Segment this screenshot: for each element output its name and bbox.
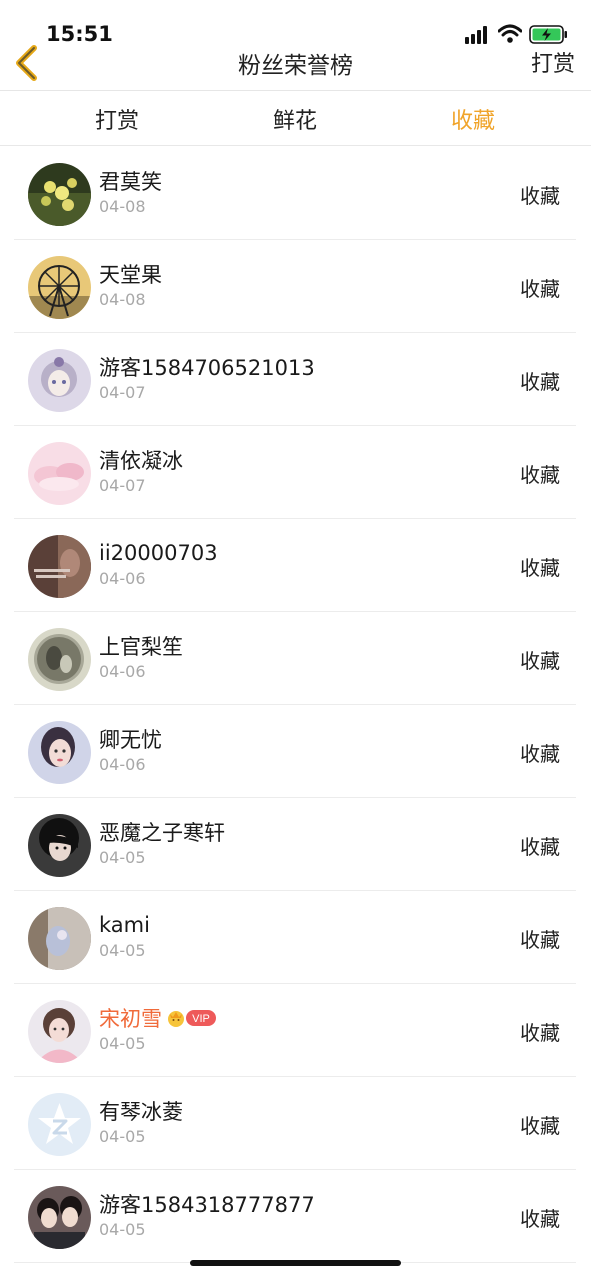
battery-charging-icon [529, 25, 567, 44]
user-name: 卿无忧 [99, 728, 162, 752]
dark-hair-avatar-icon [28, 814, 91, 877]
date: 04-06 [99, 662, 146, 681]
list-item[interactable]: ii20000703 04-06 收藏 [14, 519, 576, 612]
date: 04-06 [99, 569, 146, 588]
list-item[interactable]: 有琴冰菱 04-05 收藏 [14, 1077, 576, 1170]
user-name: kami [99, 913, 150, 937]
hand-avatar-icon [28, 907, 91, 970]
list-item[interactable]: 天堂果 04-08 收藏 [14, 240, 576, 333]
wifi-icon [498, 24, 522, 43]
avatar [28, 1093, 91, 1156]
favorite-label: 收藏 [520, 463, 560, 487]
list-item[interactable]: 卿无忧 04-06 收藏 [14, 705, 576, 798]
pink-clouds-avatar-icon [28, 442, 91, 505]
user-name: 有琴冰菱 [99, 1100, 183, 1124]
user-name: 游客1584318777877 [99, 1193, 315, 1217]
reward-button[interactable]: 打赏 [531, 46, 575, 78]
favorite-label: 收藏 [520, 1114, 560, 1138]
avatar [28, 1000, 91, 1063]
date: 04-05 [99, 1034, 146, 1053]
avatar [28, 721, 91, 784]
user-name: 宋初雪 [99, 1007, 162, 1031]
painting-avatar-icon [28, 628, 91, 691]
user-name: 君莫笑 [99, 170, 162, 194]
list-item[interactable]: 清依凝冰 04-07 收藏 [14, 426, 576, 519]
favorite-label: 收藏 [520, 277, 560, 301]
avatar [28, 256, 91, 319]
avatar [28, 628, 91, 691]
user-name: ii20000703 [99, 541, 218, 565]
date: 04-05 [99, 941, 146, 960]
status-bar: 15:51 [0, 0, 591, 46]
list-item[interactable]: 游客1584318777877 04-05 收藏 [14, 1170, 576, 1263]
default-star-avatar-icon [28, 1093, 91, 1156]
home-indicator [190, 1260, 401, 1266]
page-title: 粉丝荣誉榜 [238, 53, 353, 79]
avatar [28, 814, 91, 877]
date: 04-05 [99, 848, 146, 867]
ferris-wheel-avatar-icon [28, 256, 91, 319]
list-item[interactable]: kami 04-05 收藏 [14, 891, 576, 984]
avatar [28, 535, 91, 598]
date: 04-08 [99, 197, 146, 216]
woman-portrait-avatar-icon [28, 721, 91, 784]
favorite-label: 收藏 [520, 742, 560, 766]
dark-photo-avatar-icon [28, 535, 91, 598]
tab-reward[interactable]: 打赏 [57, 103, 177, 135]
fan-list: 君莫笑 04-08 收藏 天堂果 04-08 收藏 游客158470652101… [14, 147, 576, 1263]
pink-girl-avatar-icon [28, 1000, 91, 1063]
favorite-label: 收藏 [520, 370, 560, 394]
favorite-label: 收藏 [520, 1021, 560, 1045]
crown-face-icon [168, 1011, 184, 1027]
date: 04-07 [99, 476, 146, 495]
status-time: 15:51 [46, 22, 113, 46]
vip-tag-icon: VIP [186, 1010, 216, 1026]
tab-bar: 打赏 鲜花 收藏 [0, 91, 591, 146]
tab-flowers[interactable]: 鲜花 [235, 103, 355, 135]
avatar [28, 442, 91, 505]
date: 04-07 [99, 383, 146, 402]
user-name: 恶魔之子寒轩 [99, 821, 225, 845]
user-name: 上官梨笙 [99, 635, 183, 659]
favorite-label: 收藏 [520, 835, 560, 859]
vip-badge: VIP [166, 1009, 216, 1027]
list-item[interactable]: 君莫笑 04-08 收藏 [14, 147, 576, 240]
favorite-label: 收藏 [520, 184, 560, 208]
user-name: 清依凝冰 [99, 449, 183, 473]
avatar [28, 1186, 91, 1249]
list-item[interactable]: 上官梨笙 04-06 收藏 [14, 612, 576, 705]
user-name: 游客1584706521013 [99, 356, 315, 380]
avatar [28, 349, 91, 412]
flowers-avatar-icon [28, 163, 91, 226]
list-item[interactable]: 恶魔之子寒轩 04-05 收藏 [14, 798, 576, 891]
user-name: 天堂果 [99, 263, 162, 287]
navigation-bar: 粉丝荣誉榜 打赏 [0, 44, 591, 91]
favorite-label: 收藏 [520, 928, 560, 952]
date: 04-05 [99, 1127, 146, 1146]
list-item[interactable]: 宋初雪 VIP 04-05 收藏 [14, 984, 576, 1077]
date: 04-05 [99, 1220, 146, 1239]
cellular-signal-icon [465, 26, 487, 44]
tab-favorites[interactable]: 收藏 [413, 103, 533, 135]
svg-text:VIP: VIP [192, 1013, 210, 1025]
avatar [28, 907, 91, 970]
two-men-avatar-icon [28, 1186, 91, 1249]
list-item[interactable]: 游客1584706521013 04-07 收藏 [14, 333, 576, 426]
favorite-label: 收藏 [520, 1207, 560, 1231]
anime-girl-avatar-icon [28, 349, 91, 412]
favorite-label: 收藏 [520, 556, 560, 580]
avatar [28, 163, 91, 226]
date: 04-08 [99, 290, 146, 309]
date: 04-06 [99, 755, 146, 774]
favorite-label: 收藏 [520, 649, 560, 673]
